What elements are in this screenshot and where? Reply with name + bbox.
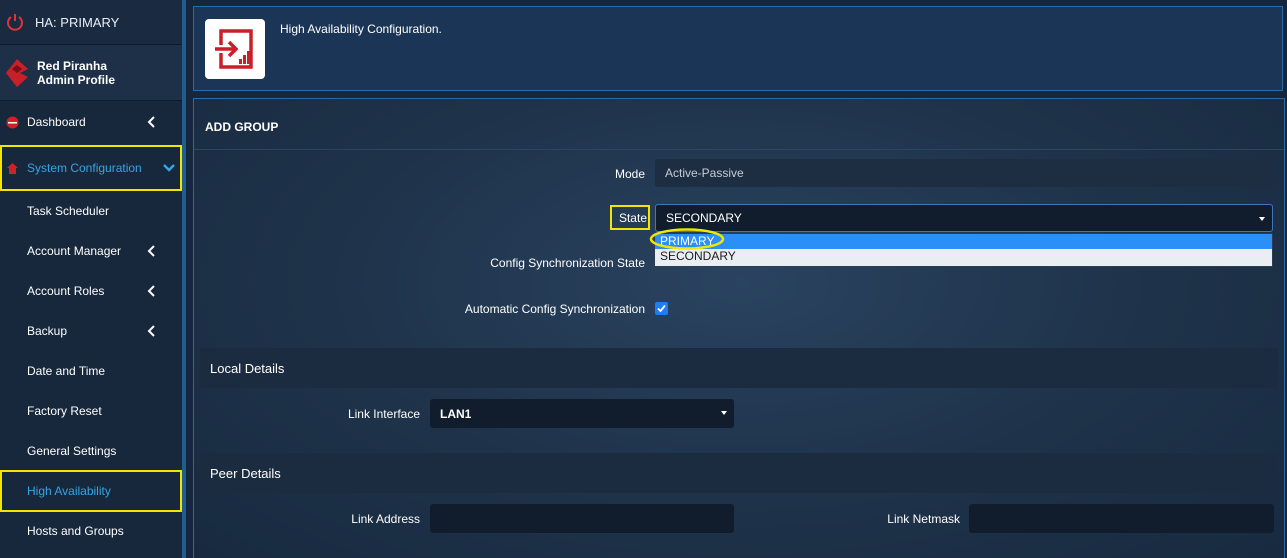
chevron-left-icon [147,325,155,337]
add-group-panel: ADD GROUP Mode Active-Passive State SECO… [193,98,1285,558]
state-dropdown-list: PRIMARY SECONDARY [654,233,1273,267]
primary-option-highlight-ellipse [649,228,725,250]
state-option-primary[interactable]: PRIMARY [655,234,1272,249]
sidebar-item-label: Account Manager [27,244,122,258]
sidebar-item-label: Account Roles [27,284,105,298]
divider [194,149,1284,150]
sidebar-item-account-roles[interactable]: Account Roles [0,271,182,311]
chevron-left-icon [147,285,155,297]
sidebar-item-hosts-and-groups[interactable]: Hosts and Groups [0,511,182,551]
link-address-label: Link Address [351,512,420,526]
link-interface-label: Link Interface [347,407,420,421]
sidebar-item-system-configuration[interactable]: System Configuration [0,145,182,191]
page-title: High Availability Configuration. [280,22,442,36]
sidebar-item-label: Date and Time [27,364,106,378]
mode-label: Mode [614,167,645,181]
sidebar-item-general-settings[interactable]: General Settings [0,431,182,471]
state-select-value: SECONDARY [666,211,742,225]
sidebar-item-backup[interactable]: Backup [0,311,182,351]
sidebar-item-factory-reset[interactable]: Factory Reset [0,391,182,431]
auto-config-sync-label: Automatic Config Synchronization [464,302,645,316]
local-details-header: Local Details [200,348,1278,388]
caret-down-icon [721,411,727,415]
profile-name: Red Piranha [37,58,108,73]
ha-status-text: HA: PRIMARY [35,14,120,30]
caret-down-icon [1259,217,1265,221]
red-piranha-logo-icon [6,58,28,87]
sidebar-item-label: Dashboard [27,115,86,129]
state-option-secondary[interactable]: SECONDARY [655,249,1272,264]
state-select[interactable]: SECONDARY [655,204,1273,232]
sidebar-item-account-manager[interactable]: Account Manager [0,231,182,271]
config-sync-state-label: Config Synchronization State [490,256,645,270]
page-header: High Availability Configuration. [193,6,1283,91]
sidebar-item-label: Backup [27,324,68,338]
house-icon [7,162,18,174]
state-label: State [618,211,647,225]
sidebar-item-date-and-time[interactable]: Date and Time [0,351,182,391]
checkmark-icon [657,304,666,313]
link-interface-value: LAN1 [440,406,472,421]
link-address-input[interactable] [430,504,734,533]
ha-symbol-icon [215,29,253,69]
profile-block[interactable]: Red Piranha Admin Profile [0,45,182,101]
sidebar: HA: PRIMARY Red Piranha Admin Profile Da… [0,0,186,558]
profile-role: Admin Profile [37,72,116,87]
sidebar-item-task-scheduler[interactable]: Task Scheduler [0,191,182,231]
sidebar-item-label: System Configuration [27,161,142,175]
sidebar-item-dashboard[interactable]: Dashboard [0,102,182,142]
dashboard-icon [6,116,19,128]
link-interface-select[interactable]: LAN1 [430,399,734,428]
link-netmask-input[interactable] [969,504,1274,533]
sidebar-item-label: High Availability [27,484,111,498]
section-title: ADD GROUP [205,120,279,134]
auto-config-sync-checkbox[interactable] [655,302,668,315]
high-availability-icon [205,19,265,79]
link-netmask-label: Link Netmask [887,512,960,526]
mode-field: Active-Passive [655,159,1272,187]
peer-details-header: Peer Details [200,453,1278,493]
sidebar-item-label: Factory Reset [27,404,102,418]
sidebar-item-label: General Settings [27,444,117,458]
sidebar-item-label: Task Scheduler [27,204,110,218]
chevron-down-icon [163,164,175,172]
chevron-left-icon [147,245,155,257]
ha-status-bar[interactable]: HA: PRIMARY [0,0,182,45]
sidebar-item-high-availability[interactable]: High Availability [0,470,182,512]
chevron-left-icon [147,116,155,128]
sidebar-item-label: Hosts and Groups [27,524,124,538]
power-icon [7,14,23,31]
